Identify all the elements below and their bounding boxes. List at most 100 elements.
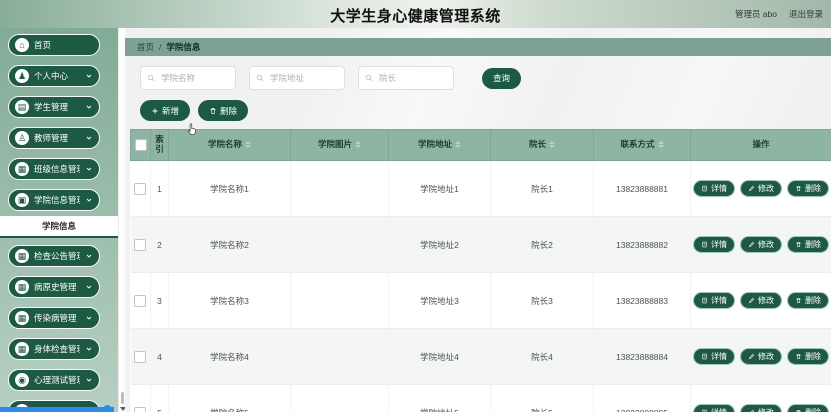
row-select-cell — [130, 160, 151, 217]
detail-button[interactable]: 详情 — [693, 292, 735, 309]
home-icon: ⌂ — [15, 38, 29, 52]
sidebar-item-label: 学生管理 — [34, 102, 69, 112]
row-delete-button[interactable]: 删除 — [787, 348, 829, 365]
detail-button[interactable]: 详情 — [693, 180, 735, 197]
add-button-label: 新增 — [162, 105, 180, 116]
sidebar-item-7[interactable]: ▦ 检查公告管理 — [8, 245, 100, 267]
edit-button[interactable]: 修改 — [740, 348, 782, 365]
college-name-cell: 学院名称1 — [168, 160, 291, 217]
column-header-3[interactable]: 学院图片 — [290, 129, 389, 161]
add-button[interactable]: 新增 — [140, 100, 191, 121]
user-icon: ♟ — [15, 69, 29, 83]
logout-link[interactable]: 退出登录 — [789, 8, 823, 20]
search-field-college-address[interactable] — [249, 66, 345, 90]
sort-icon[interactable] — [355, 141, 361, 149]
phone-cell: 13823888881 — [593, 160, 691, 217]
sidebar-item-label: 病原史管理 — [34, 282, 77, 292]
sidebar-item-10[interactable]: ▦ 身体检查管理 — [8, 338, 100, 360]
scrollbar-thumb[interactable] — [121, 392, 124, 404]
column-header-6[interactable]: 联系方式 — [593, 129, 691, 161]
chevron-down-icon — [85, 72, 93, 80]
grid-icon: ▦ — [15, 162, 29, 176]
row-checkbox[interactable] — [134, 294, 147, 307]
breadcrumb-home[interactable]: 首页 — [137, 38, 154, 56]
sort-icon[interactable] — [455, 141, 461, 149]
column-header-7: 操作 — [690, 129, 831, 161]
column-label: 联系方式 — [620, 139, 655, 150]
sidebar-item-label: 检查公告管理 — [34, 251, 80, 261]
row-delete-button[interactable]: 删除 — [787, 180, 829, 197]
college-name-input[interactable] — [159, 72, 229, 84]
column-label: 索引 — [155, 134, 164, 154]
select-all-cell — [130, 129, 151, 161]
detail-button[interactable]: 详情 — [693, 404, 735, 412]
actions-cell: 详情修改删除 — [690, 384, 831, 412]
column-header-5[interactable]: 院长 — [490, 129, 594, 161]
detail-button[interactable]: 详情 — [693, 348, 735, 365]
search-field-college-name[interactable] — [140, 66, 236, 90]
sidebar-item-label: 首页 — [34, 40, 52, 50]
dean-input[interactable] — [377, 72, 447, 84]
sidebar-item-1[interactable]: ⌂ 首页 — [8, 34, 100, 56]
detail-button[interactable]: 详情 — [693, 236, 735, 253]
search-field-dean[interactable] — [358, 66, 454, 90]
sort-icon[interactable] — [657, 141, 664, 149]
edit-button[interactable]: 修改 — [740, 236, 782, 253]
sidebar-menu: ⌂ 首页 ♟ 个人中心 ▤ 学生管理 ♙ 教师管理 ▦ 班级信息管理 ▣ 学院信息管理 学院信息 ▦ 检查公… — [0, 34, 118, 391]
row-index: 2 — [150, 216, 169, 273]
table-header-row: 索引 学院名称 学院图片 学院地址 院长 联系方式 操作 — [130, 129, 831, 161]
dean-cell: 院长5 — [490, 384, 594, 412]
sort-icon[interactable] — [549, 141, 555, 149]
sidebar-item-11[interactable]: ◉ 心理测试管理 — [8, 369, 100, 391]
sidebar-item-8[interactable]: ▦ 病原史管理 — [8, 276, 100, 298]
college-address-cell: 学院地址4 — [388, 328, 491, 385]
column-header-4[interactable]: 学院地址 — [388, 129, 491, 161]
query-button[interactable]: 查询 — [482, 67, 522, 89]
row-delete-button[interactable]: 删除 — [787, 404, 829, 412]
college-address-cell: 学院地址1 — [388, 160, 491, 217]
current-user-label: 管理员 abo — [734, 9, 777, 19]
chevron-down-icon — [85, 345, 93, 353]
column-label: 学院图片 — [317, 139, 352, 150]
college-name-cell: 学院名称4 — [168, 328, 291, 385]
psych-icon: ◉ — [15, 373, 29, 387]
sidebar-item-2[interactable]: ♟ 个人中心 — [8, 65, 100, 87]
college-address-cell: 学院地址5 — [388, 384, 491, 412]
column-header-2[interactable]: 学院名称 — [168, 129, 291, 161]
phone-cell: 13823888885 — [593, 384, 691, 412]
actions-cell: 详情修改删除 — [690, 160, 831, 217]
column-label: 学院名称 — [207, 139, 242, 150]
row-checkbox[interactable] — [134, 182, 147, 195]
college-address-cell: 学院地址3 — [388, 272, 491, 329]
sidebar-item-label: 身体检查管理 — [34, 344, 80, 354]
progress-handle[interactable] — [103, 405, 112, 412]
sidebar-item-9[interactable]: ▦ 传染病管理 — [8, 307, 100, 329]
row-index: 3 — [150, 272, 169, 329]
column-label: 操作 — [752, 139, 770, 150]
sidebar-item-6[interactable]: ▣ 学院信息管理 — [8, 189, 100, 211]
sidebar-item-3[interactable]: ▤ 学生管理 — [8, 96, 100, 118]
row-delete-button[interactable]: 删除 — [787, 292, 829, 309]
college-address-input[interactable] — [268, 72, 338, 84]
sort-icon[interactable] — [245, 141, 251, 149]
row-checkbox[interactable] — [134, 350, 147, 363]
row-checkbox[interactable] — [134, 238, 147, 251]
edit-button[interactable]: 修改 — [740, 404, 782, 412]
delete-button-label: 删除 — [220, 105, 238, 116]
delete-selected-button[interactable]: 删除 — [198, 100, 249, 121]
search-bar: 查询 — [140, 66, 831, 90]
sidebar-scrollbar[interactable] — [118, 28, 126, 412]
sidebar-item-4[interactable]: ♙ 教师管理 — [8, 127, 100, 149]
table-row: 2 学院名称2 学院地址2 院长2 13823888882 详情 修改 删除 — [130, 216, 831, 273]
row-delete-button[interactable]: 删除 — [787, 236, 829, 253]
sidebar-item-5[interactable]: ▦ 班级信息管理 — [8, 158, 100, 180]
edit-button[interactable]: 修改 — [740, 292, 782, 309]
edit-button[interactable]: 修改 — [740, 180, 782, 197]
sidebar-item-label: 学院信息管理 — [34, 195, 80, 205]
row-index: 1 — [150, 160, 169, 217]
dean-cell: 院长3 — [490, 272, 594, 329]
sidebar-subitem[interactable]: 学院信息 — [0, 216, 118, 238]
row-checkbox[interactable] — [134, 406, 147, 412]
select-all-checkbox[interactable] — [134, 139, 147, 151]
column-header-1: 索引 — [150, 129, 169, 161]
